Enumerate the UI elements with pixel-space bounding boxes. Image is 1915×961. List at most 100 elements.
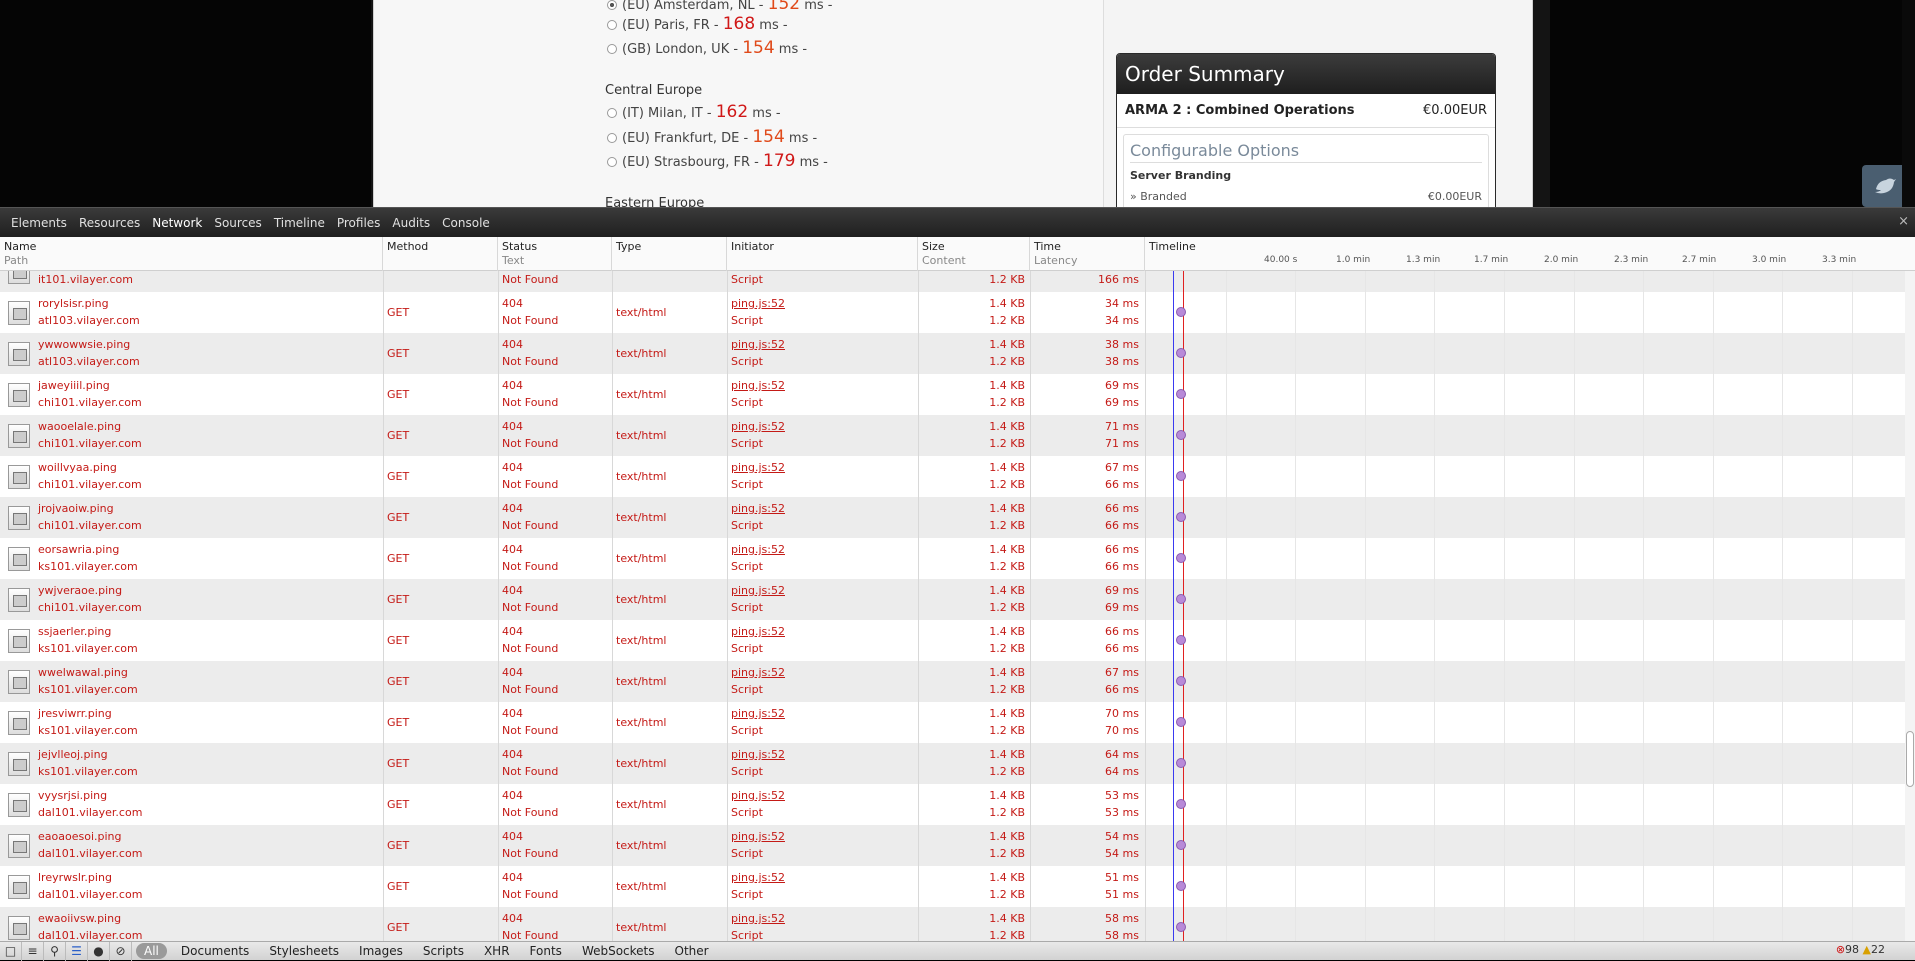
filter-images[interactable]: Images xyxy=(349,944,413,958)
column-divider[interactable] xyxy=(498,271,499,945)
column-divider[interactable] xyxy=(612,271,613,945)
radio-button[interactable] xyxy=(607,133,617,143)
table-row[interactable]: jaweyiiil.ping chi101.vilayer.com GET 404 No… xyxy=(0,374,1905,415)
column-divider[interactable] xyxy=(1030,271,1031,945)
request-method: GET xyxy=(387,511,410,524)
column-divider[interactable] xyxy=(918,271,919,945)
initiator-link[interactable]: ping.js:52 xyxy=(731,297,785,310)
filter-all[interactable]: All xyxy=(136,943,167,959)
scrollbar-thumb[interactable] xyxy=(1906,731,1914,787)
filter-websockets[interactable]: WebSockets xyxy=(572,944,665,958)
radio-button[interactable] xyxy=(607,108,617,118)
tab-profiles[interactable]: Profiles xyxy=(331,216,387,230)
initiator-link[interactable]: ping.js:52 xyxy=(731,379,785,392)
column-divider[interactable] xyxy=(727,271,728,945)
error-warning-counts[interactable]: ⊗98 ▲22 xyxy=(1836,943,1885,956)
column-status[interactable]: Status Text xyxy=(498,237,612,271)
column-timeline[interactable]: Timeline xyxy=(1145,237,1905,271)
column-type[interactable]: Type xyxy=(612,237,727,271)
initiator-link[interactable]: ping.js:52 xyxy=(731,584,785,597)
initiator-link[interactable]: ping.js:52 xyxy=(731,625,785,638)
table-row[interactable]: ewaoiivsw.ping dal101.vilayer.com GET 404 No… xyxy=(0,907,1905,945)
request-path: atl103.vilayer.com xyxy=(38,355,140,368)
table-row[interactable]: ywjveraoe.ping chi101.vilayer.com GET 404 No… xyxy=(0,579,1905,620)
table-row[interactable]: rorylsisr.ping atl103.vilayer.com GET 404 No… xyxy=(0,292,1905,333)
initiator-link[interactable]: ping.js:52 xyxy=(731,789,785,802)
table-row[interactable]: jresviwrr.ping ks101.vilayer.com GET 404 Not… xyxy=(0,702,1905,743)
console-drawer-icon[interactable]: ≡ xyxy=(22,941,44,961)
location-option[interactable]: (EU) Frankfurt, DE - 154 ms - xyxy=(607,127,817,147)
timeline-bar xyxy=(1176,717,1186,727)
initiator-link[interactable]: ping.js:52 xyxy=(731,543,785,556)
table-row[interactable]: vyysrjsi.ping dal101.vilayer.com GET 404 Not… xyxy=(0,784,1905,825)
twitter-button[interactable] xyxy=(1862,165,1906,207)
location-option[interactable]: (IT) Milan, IT - 162 ms - xyxy=(607,102,781,122)
filter-stylesheets[interactable]: Stylesheets xyxy=(259,944,349,958)
request-method: GET xyxy=(387,593,410,606)
location-option[interactable]: (EU) Strasbourg, FR - 179 ms - xyxy=(607,151,828,171)
latency-value: 51 ms xyxy=(1105,888,1139,901)
column-time[interactable]: Time Latency xyxy=(1030,237,1145,271)
radio-button[interactable] xyxy=(607,157,617,167)
content-size: 1.2 KB xyxy=(989,683,1025,696)
location-option[interactable]: (EU) Paris, FR - 168 ms - xyxy=(607,14,788,34)
filter-other[interactable]: Other xyxy=(665,944,719,958)
tab-resources[interactable]: Resources xyxy=(73,216,146,230)
twitter-bird-icon xyxy=(1875,178,1896,194)
column-divider[interactable] xyxy=(383,271,384,945)
location-option[interactable]: (EU) Amsterdam, NL - 152 ms - xyxy=(607,0,832,14)
radio-button[interactable] xyxy=(607,20,617,30)
initiator-link[interactable]: ping.js:52 xyxy=(731,871,785,884)
column-initiator[interactable]: Initiator xyxy=(727,237,918,271)
filter-documents[interactable]: Documents xyxy=(171,944,259,958)
initiator-link[interactable]: ping.js:52 xyxy=(731,461,785,474)
file-icon xyxy=(8,465,30,489)
initiator-link[interactable]: ping.js:52 xyxy=(731,748,785,761)
tab-console[interactable]: Console xyxy=(436,216,496,230)
table-row[interactable]: jrojvaoiw.ping chi101.vilayer.com GET 404 No… xyxy=(0,497,1905,538)
table-row[interactable]: eorsawria.ping ks101.vilayer.com GET 404 Not… xyxy=(0,538,1905,579)
radio-button[interactable] xyxy=(607,44,617,54)
location-option[interactable]: (GB) London, UK - 154 ms - xyxy=(607,38,807,58)
tab-audits[interactable]: Audits xyxy=(386,216,436,230)
tab-network[interactable]: Network xyxy=(146,216,208,230)
initiator-link[interactable]: ping.js:52 xyxy=(731,338,785,351)
initiator-link[interactable]: ping.js:52 xyxy=(731,420,785,433)
table-row[interactable]: it101.vilayer.com Not Found Script 1.2 K… xyxy=(0,271,1905,292)
clear-icon[interactable]: ⊘ xyxy=(110,941,132,961)
column-name[interactable]: Name Path xyxy=(0,237,383,271)
table-row[interactable]: ssjaerler.ping ks101.vilayer.com GET 404 Not… xyxy=(0,620,1905,661)
tab-elements[interactable]: Elements xyxy=(5,216,73,230)
column-size[interactable]: Size Content xyxy=(918,237,1030,271)
time-value: 53 ms xyxy=(1105,789,1139,802)
initiator-link[interactable]: ping.js:52 xyxy=(731,912,785,925)
filter-xhr[interactable]: XHR xyxy=(474,944,520,958)
search-icon[interactable]: ⚲ xyxy=(44,941,66,961)
record-icon[interactable]: ● xyxy=(88,941,110,961)
timeline-tick: 1.7 min xyxy=(1474,255,1509,265)
column-method[interactable]: Method xyxy=(383,237,498,271)
table-row[interactable]: woillvyaa.ping chi101.vilayer.com GET 404 No… xyxy=(0,456,1905,497)
status-code: 404 xyxy=(502,830,523,843)
tab-sources[interactable]: Sources xyxy=(208,216,267,230)
table-row[interactable]: wwelwawal.ping ks101.vilayer.com GET 404 Not… xyxy=(0,661,1905,702)
filter-scripts[interactable]: Scripts xyxy=(413,944,474,958)
filter-fonts[interactable]: Fonts xyxy=(520,944,572,958)
dock-icon[interactable]: □ xyxy=(0,941,22,961)
close-icon[interactable]: × xyxy=(1898,214,1909,229)
large-rows-icon[interactable]: ☰ xyxy=(66,941,88,961)
column-divider[interactable] xyxy=(1145,271,1146,945)
network-scrollbar[interactable] xyxy=(1905,271,1915,945)
table-row[interactable]: eaoaoesoi.ping dal101.vilayer.com GET 404 No… xyxy=(0,825,1905,866)
initiator-link[interactable]: ping.js:52 xyxy=(731,666,785,679)
initiator-link[interactable]: ping.js:52 xyxy=(731,707,785,720)
initiator-link[interactable]: ping.js:52 xyxy=(731,502,785,515)
table-row[interactable]: lreyrwslr.ping dal101.vilayer.com GET 404 No… xyxy=(0,866,1905,907)
page-scrollbar[interactable] xyxy=(1902,0,1915,207)
radio-button[interactable] xyxy=(607,0,617,10)
initiator-link[interactable]: ping.js:52 xyxy=(731,830,785,843)
table-row[interactable]: ywwowwsie.ping atl103.vilayer.com GET 404 No… xyxy=(0,333,1905,374)
tab-timeline[interactable]: Timeline xyxy=(268,216,331,230)
table-row[interactable]: waooelale.ping chi101.vilayer.com GET 404 No… xyxy=(0,415,1905,456)
table-row[interactable]: jejvlleoj.ping ks101.vilayer.com GET 404 Not… xyxy=(0,743,1905,784)
